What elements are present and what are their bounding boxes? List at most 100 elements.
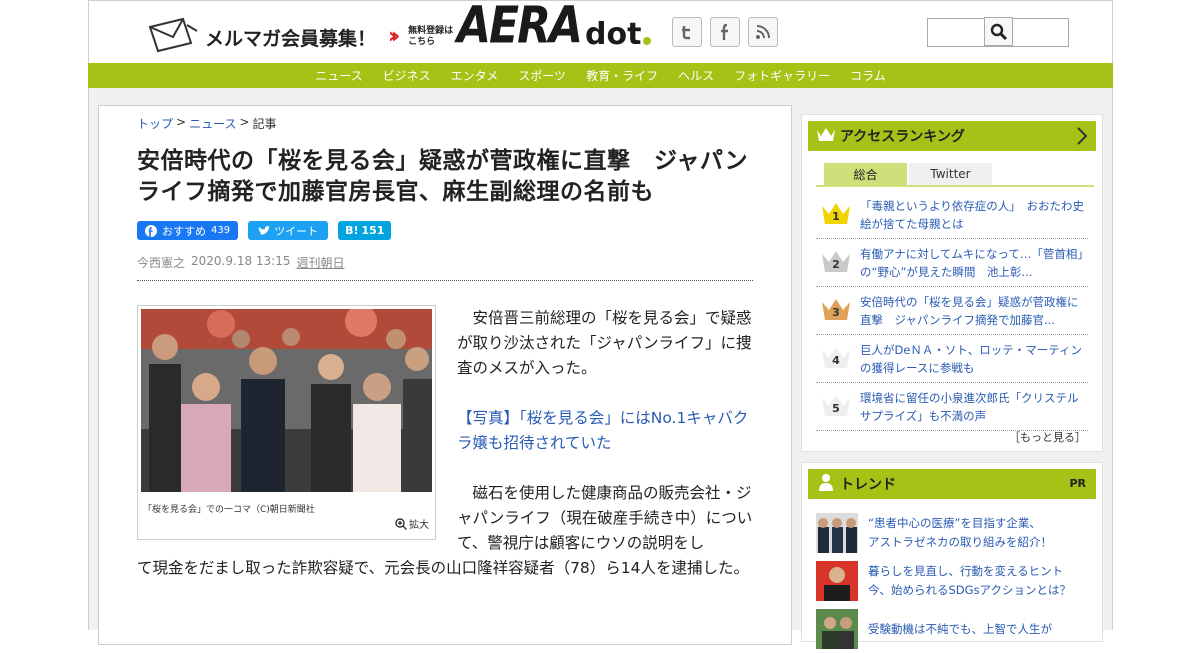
breadcrumb-separator: >: [239, 115, 250, 129]
ranking-list: 1 「毒親というより依存症の人」 おおたわ史絵が捨てた母親とは 2 有働アナに対…: [816, 191, 1088, 431]
article-paragraph-2b: て現金をだまし取った詐欺容疑で、元会長の山口隆祥容疑者（78）ら14人を逮捕した…: [137, 559, 750, 577]
hatena-bookmark-button[interactable]: B! 151: [338, 221, 392, 240]
double-chevron-icon: ››: [388, 24, 400, 49]
mailmag-banner[interactable]: メルマガ会員募集！ ›› 無料登録は こちら: [147, 17, 453, 57]
free-line2: こちら: [408, 37, 436, 47]
breadcrumb-separator: >: [176, 115, 187, 129]
rank-2-crown-icon: 2: [820, 248, 854, 278]
site-logo[interactable]: AERA dot: [457, 0, 652, 53]
article-title: 安倍時代の「桜を見る会」疑惑が菅政権に直撃 ジャパンライフ摘発で加藤官房長官、麻…: [137, 148, 748, 205]
rss-icon[interactable]: [748, 17, 778, 47]
social-links: [672, 17, 778, 47]
person-icon: [818, 473, 834, 495]
ranking-item[interactable]: 3 安倍時代の「桜を見る会」疑惑が菅政権に直撃 ジャパンライフ摘発で加藤官...: [816, 287, 1088, 335]
rank-5-crown-icon: 5: [820, 392, 854, 422]
access-ranking: アクセスランキング 総合 Twitter 1 「毒親というより依存症の人」 おお…: [801, 114, 1103, 452]
hatena-icon: B!: [345, 224, 359, 237]
rank-number: 2: [832, 257, 840, 271]
trend-line: 暮らしを見直し、行動を変えるヒント: [868, 564, 1064, 578]
trend-thumbnail[interactable]: [816, 561, 858, 601]
article-photo[interactable]: [141, 309, 432, 492]
breadcrumb-top[interactable]: トップ: [137, 115, 173, 132]
envelope-icon: [147, 17, 199, 57]
article-card: トップ > ニュース > 記事 安倍時代の「桜を見る会」疑惑が菅政権に直撃 ジャ…: [98, 105, 792, 645]
global-nav: ニュース ビジネス エンタメ スポーツ 教育・ライフ ヘルス フォトギャラリー …: [88, 63, 1113, 88]
logo-aera: AERA: [457, 0, 583, 56]
trend-thumbnail[interactable]: [816, 513, 858, 553]
article-byline: 今西憲之 2020.9.18 13:15 週刊朝日: [137, 254, 345, 271]
tab-underline: [816, 185, 1094, 187]
rank-number: 5: [832, 401, 840, 415]
trend-line: 今、始められるSDGsアクションとは？: [868, 583, 1071, 597]
article-photo-box[interactable]: 「桜を見る会」での一コマ（C)朝日新聞社 拡大: [137, 305, 436, 540]
nav-item-business[interactable]: ビジネス: [373, 67, 441, 84]
article-paragraph-2a: 磁石を使用した健康商品の販売会社・ジャパンライフ（現在破産手続き中）について、警…: [457, 484, 753, 552]
more-link[interactable]: ［もっと見る］: [1009, 429, 1086, 445]
share-buttons: おすすめ 439 ツイート B! 151: [137, 221, 392, 240]
ranking-item[interactable]: 1 「毒親というより依存症の人」 おおたわ史絵が捨てた母親とは: [816, 191, 1088, 239]
nav-item-education[interactable]: 教育・ライフ: [576, 67, 668, 84]
ranking-item-title[interactable]: 環境省に留任の小泉進次郎氏「クリステルサプライズ」も不満の声: [860, 389, 1088, 425]
nav-item-news[interactable]: ニュース: [305, 67, 372, 84]
mailmag-label: メルマガ会員募集！: [205, 27, 377, 50]
trend-item-text[interactable]: “患者中心の医療”を目指す企業、 アストラゼネカの取り組みを紹介！: [868, 514, 1052, 552]
trend-item[interactable]: 暮らしを見直し、行動を変えるヒント 今、始められるSDGsアクションとは？: [816, 557, 1092, 605]
trend-line: アストラゼネカの取り組みを紹介！: [868, 535, 1052, 549]
nav-item-photo[interactable]: フォトギャラリー: [724, 67, 840, 84]
ranking-item-title[interactable]: 巨人がDeＮＡ・ソト、ロッテ・マーティンの獲得レースに参戦も: [860, 341, 1088, 377]
rank-number: 1: [832, 209, 840, 223]
search-icon: [990, 23, 1007, 40]
tab-twitter[interactable]: Twitter: [909, 163, 992, 185]
zoom-button[interactable]: 拡大: [395, 516, 429, 531]
ranking-tabs: 総合 Twitter: [824, 163, 992, 185]
breadcrumb-current: 記事: [252, 117, 277, 131]
trend-header: トレンド PR: [808, 469, 1096, 499]
ranking-item-title[interactable]: 有働アナに対してムキになって…「菅首相」の“野心”が見えた瞬間 池上彰...: [860, 245, 1088, 281]
ranking-item[interactable]: 4 巨人がDeＮＡ・ソト、ロッテ・マーティンの獲得レースに参戦も: [816, 335, 1088, 383]
author: 今西憲之: [137, 256, 186, 270]
trend-title: トレンド: [840, 477, 896, 493]
nav-item-health[interactable]: ヘルス: [668, 67, 724, 84]
facebook-recommend-button[interactable]: おすすめ 439: [137, 221, 239, 240]
rank-number: 3: [832, 305, 840, 319]
zoom-label: 拡大: [409, 520, 429, 531]
photo-gallery-link[interactable]: 【写真】「桜を見る会」にはNo.1キャバクラ嬢も招待されていた: [457, 406, 755, 456]
breadcrumb-news[interactable]: ニュース: [189, 115, 236, 132]
free-register-text: 無料登録は こちら: [408, 26, 453, 48]
hatena-count: 151: [361, 224, 385, 237]
trend-item[interactable]: 受験動機は不純でも、上智で人生が: [816, 605, 1092, 653]
ranking-item-title[interactable]: 安倍時代の「桜を見る会」疑惑が菅政権に直撃 ジャパンライフ摘発で加藤官...: [860, 293, 1088, 329]
free-line1: 無料登録は: [408, 26, 454, 36]
rank-number: 4: [832, 353, 840, 367]
trend-item-text[interactable]: 暮らしを見直し、行動を変えるヒント 今、始められるSDGsアクションとは？: [868, 562, 1071, 600]
tweet-button[interactable]: ツイート: [248, 221, 329, 240]
search-button[interactable]: [984, 17, 1013, 46]
crown-icon: [816, 126, 836, 146]
magazine-link[interactable]: 週刊朝日: [296, 254, 344, 271]
zoom-icon: [395, 517, 407, 530]
twitter-icon[interactable]: [672, 17, 702, 47]
nav-item-sports[interactable]: スポーツ: [508, 67, 576, 84]
pr-badge: PR: [1069, 477, 1086, 490]
logo-green-dot-icon: [643, 37, 652, 45]
trend-line: “患者中心の医療”を目指す企業、: [868, 516, 1041, 530]
trend-item-text[interactable]: 受験動機は不純でも、上智で人生が: [868, 620, 1052, 639]
nav-item-column[interactable]: コラム: [840, 67, 896, 84]
facebook-icon[interactable]: [710, 17, 740, 47]
trend-line: 受験動機は不純でも、上智で人生が: [868, 621, 1052, 636]
ranking-header[interactable]: アクセスランキング: [808, 121, 1096, 151]
trend-thumbnail[interactable]: [816, 609, 858, 649]
logo-dot: dot: [585, 17, 642, 52]
tab-overall[interactable]: 総合: [824, 163, 907, 185]
tweet-label: ツイート: [274, 224, 319, 238]
ranking-item-title[interactable]: 「毒親というより依存症の人」 おおたわ史絵が捨てた母親とは: [860, 197, 1088, 233]
chevron-right-icon: [1076, 126, 1088, 150]
ranking-item[interactable]: 2 有働アナに対してムキになって…「菅首相」の“野心”が見えた瞬間 池上彰...: [816, 239, 1088, 287]
ranking-item[interactable]: 5 環境省に留任の小泉進次郎氏「クリステルサプライズ」も不満の声: [816, 383, 1088, 431]
nav-item-entame[interactable]: エンタメ: [441, 67, 509, 84]
trend-item[interactable]: “患者中心の医療”を目指す企業、 アストラゼネカの取り組みを紹介！: [816, 509, 1092, 557]
site-header: メルマガ会員募集！ ›› 無料登録は こちら AERA dot: [88, 0, 1113, 63]
twitter-bird-icon: [258, 225, 271, 235]
trend-section: トレンド PR “患者中心の医療”を目指す企業、 アストラゼネカの取り組みを紹介…: [801, 462, 1103, 649]
trend-list: “患者中心の医療”を目指す企業、 アストラゼネカの取り組みを紹介！ 暮らしを見直…: [816, 509, 1092, 653]
